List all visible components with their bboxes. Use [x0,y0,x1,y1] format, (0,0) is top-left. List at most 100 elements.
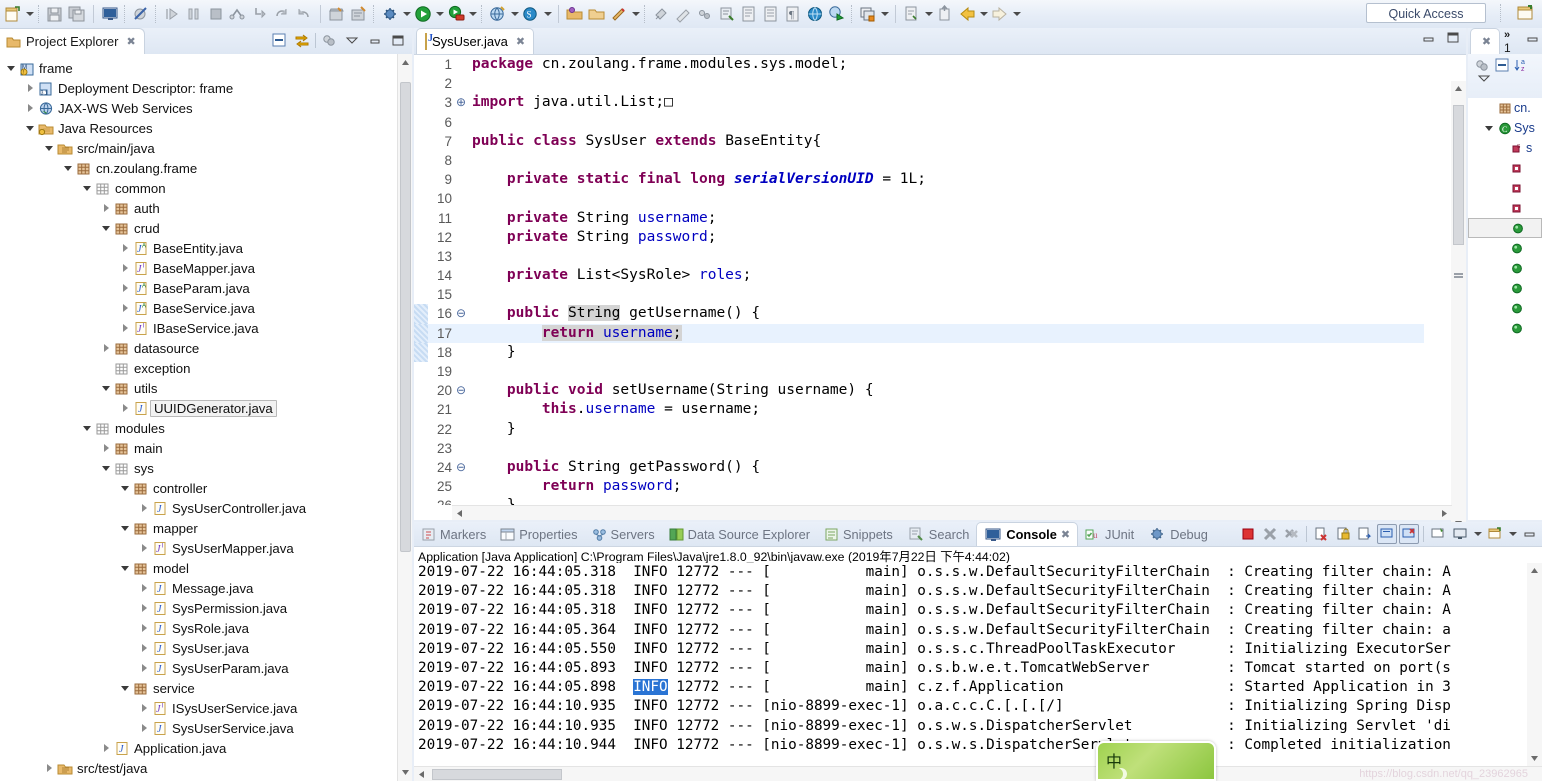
chevron-down-icon[interactable] [118,478,132,498]
tree-item-mapper[interactable]: mapper [0,518,397,538]
remove-launch-icon[interactable] [1260,524,1280,544]
chevron-down-icon[interactable] [99,218,113,238]
tree-item-sysrole-java[interactable]: J SysRole.java [0,618,397,638]
scrollbar-thumb[interactable] [400,82,411,552]
forward-dropdown-icon[interactable] [1011,3,1022,25]
run-as-server-icon[interactable] [445,3,467,25]
paragraph-icon[interactable]: ¶ [782,3,804,25]
tree-item-exception[interactable]: exception [0,358,397,378]
run-web-icon[interactable] [826,3,848,25]
tab-project-explorer[interactable]: Project Explorer ✖ [0,28,145,54]
console-output[interactable]: 2019-07-22 16:44:05.318 INFO 12772 --- [… [414,563,1527,766]
outline-item[interactable] [1468,298,1542,318]
scroll-up-icon[interactable] [1454,84,1463,93]
new-doc-icon[interactable] [760,3,782,25]
chevron-right-icon[interactable] [42,758,56,778]
brush-icon[interactable] [672,3,694,25]
tree-item-sysuser-java[interactable]: J SysUser.java [0,638,397,658]
tab-snippets[interactable]: Snippets [817,522,900,546]
chevron-right-icon[interactable] [118,318,132,338]
chevron-down-icon[interactable] [118,678,132,698]
suspend-icon[interactable] [183,3,205,25]
display-selected-console-icon[interactable] [1450,524,1470,544]
tab-data-source-explorer[interactable]: Data Source Explorer [662,522,817,546]
minimize-icon[interactable] [1526,32,1540,44]
tree-item-cn-zoulang-frame[interactable]: cn.zoulang.frame [0,158,397,178]
tree-item-baseparam-java[interactable]: J A BaseParam.java [0,278,397,298]
chevron-right-icon[interactable] [137,698,151,718]
tree-item-isysuserservice-java[interactable]: J I ISysUserService.java [0,698,397,718]
chevron-right-icon[interactable] [137,618,151,638]
tab-servers[interactable]: Servers [585,522,662,546]
new-wizard-dropdown-icon[interactable] [24,3,35,25]
chevron-down-icon[interactable] [61,158,75,178]
debug-dropdown-icon[interactable] [401,3,412,25]
scroll-up-icon[interactable] [401,58,410,67]
tab-junit[interactable]: u JUnit [1078,522,1141,546]
outline-item[interactable] [1468,238,1542,258]
save-icon[interactable] [44,3,66,25]
close-icon[interactable]: ✖ [516,35,525,48]
collapse-all-icon[interactable] [1494,57,1510,73]
chevron-right-icon[interactable] [118,278,132,298]
tree-item-ibaseservice-java[interactable]: J I IBaseService.java [0,318,397,338]
back-dropdown-icon[interactable] [978,3,989,25]
tree-item-jax-ws-web-services[interactable]: JAX-WS Web Services [0,98,397,118]
tree-item-java-resources[interactable]: Java Resources [0,118,397,138]
scroll-down-icon[interactable] [1530,754,1539,763]
clear-console-icon[interactable] [1311,524,1331,544]
chevron-down-icon[interactable] [80,178,94,198]
open-type-icon[interactable] [564,3,586,25]
scrollbar-thumb[interactable] [432,769,562,780]
code-line[interactable]: 6 [414,113,1424,132]
external-tools-icon[interactable] [694,3,716,25]
tree-item-controller[interactable]: controller [0,478,397,498]
new-xml-icon[interactable] [738,3,760,25]
terminate-icon[interactable] [205,3,227,25]
tree-item-src-main-java[interactable]: src/main/java [0,138,397,158]
tree-item-sysusermapper-java[interactable]: J I SysUserMapper.java [0,538,397,558]
new-java-project-icon[interactable] [326,3,348,25]
tree-item-modules[interactable]: modules [0,418,397,438]
view-menu-icon[interactable] [342,30,362,50]
new-annotation-icon[interactable] [608,3,630,25]
tree-item-syspermission-java[interactable]: J SysPermission.java [0,598,397,618]
minimize-icon[interactable] [1422,32,1436,44]
terminate-icon[interactable] [1238,524,1258,544]
chevron-right-icon[interactable] [99,198,113,218]
close-icon[interactable]: ✖ [1061,528,1070,541]
new-java-class-icon[interactable] [348,3,370,25]
chevron-down-icon[interactable] [118,518,132,538]
outline-item[interactable] [1468,278,1542,298]
svn-icon[interactable]: S [520,3,542,25]
previous-edit-dropdown-icon[interactable] [923,3,934,25]
tree-item-message-java[interactable]: J Message.java [0,578,397,598]
focus-on-active-task-icon[interactable] [1474,57,1490,73]
tree-item-crud[interactable]: crud [0,218,397,238]
back-icon[interactable] [956,3,978,25]
run-icon[interactable] [412,3,434,25]
tab-markers[interactable]: Markers [414,522,493,546]
tab-search[interactable]: Search [900,522,977,546]
debug-icon[interactable] [379,3,401,25]
maximize-icon[interactable] [1446,32,1460,44]
chevron-right-icon[interactable] [118,258,132,278]
code-line[interactable]: 24 ⊖ public String getPassword() { [414,458,1424,477]
save-all-icon[interactable] [66,3,88,25]
tree-item-main[interactable]: main [0,438,397,458]
code-line[interactable]: 16 ⊖ public String getUsername() { [414,304,1424,324]
chevron-right-icon[interactable] [137,598,151,618]
tree-item-baseentity-java[interactable]: J A BaseEntity.java [0,238,397,258]
chevron-right-icon[interactable] [137,538,151,558]
editor-body[interactable]: 1 package cn.zoulang.frame.modules.sys.mo… [414,54,1466,531]
chevron-right-icon[interactable] [118,238,132,258]
tree-item-sysusercontroller-java[interactable]: J SysUserController.java [0,498,397,518]
outline-item[interactable] [1468,258,1542,278]
chevron-right-icon[interactable] [99,438,113,458]
open-task-icon[interactable] [586,3,608,25]
scroll-up-icon[interactable] [1530,566,1539,575]
tree-item-baseservice-java[interactable]: J A BaseService.java [0,298,397,318]
outline-item[interactable] [1468,218,1542,238]
tree-item-frame[interactable]: M! frame [0,58,397,78]
code-line[interactable]: 10 [414,189,1424,208]
